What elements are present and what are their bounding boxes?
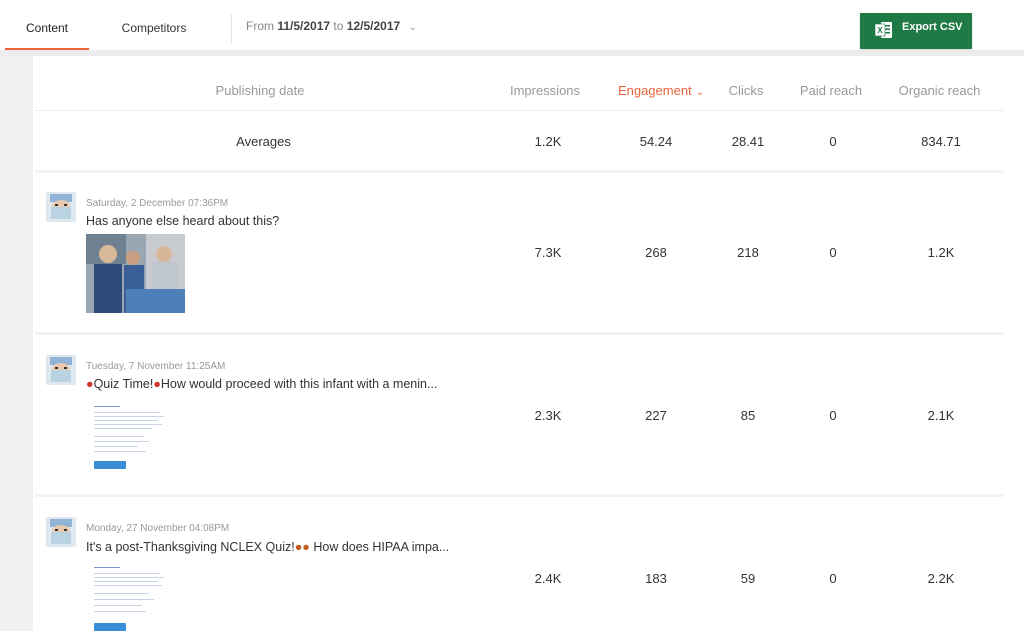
post-impressions: 2.3K bbox=[534, 408, 562, 423]
averages-clicks: 28.41 bbox=[731, 134, 765, 149]
date-range-start: 11/5/2017 bbox=[277, 19, 331, 33]
post-thumbnail[interactable] bbox=[86, 563, 168, 631]
chevron-down-icon: ⌄ bbox=[695, 87, 705, 98]
post-engagement: 268 bbox=[645, 245, 667, 260]
post-organic-reach: 2.2K bbox=[927, 571, 955, 586]
column-header-paid-reach[interactable]: Paid reach bbox=[786, 80, 876, 102]
post-text[interactable]: Has anyone else heard about this? bbox=[86, 214, 279, 228]
post-text-part: Quiz Time! bbox=[93, 377, 154, 391]
averages-organic-reach: 834.71 bbox=[921, 134, 961, 149]
post-text-part: How does HIPAA impa... bbox=[313, 540, 450, 554]
post-paid-reach: 0 bbox=[829, 408, 837, 423]
balloon-icon: ● bbox=[86, 377, 94, 391]
header-divider bbox=[35, 110, 1004, 111]
doc-line bbox=[94, 581, 158, 582]
doc-line bbox=[94, 605, 142, 606]
right-edge bbox=[1004, 56, 1024, 631]
post-text-part: How would proceed with this infant with … bbox=[160, 377, 438, 391]
divider bbox=[231, 14, 232, 44]
column-header-impressions[interactable]: Impressions bbox=[495, 80, 595, 102]
row-divider bbox=[35, 332, 1004, 335]
post-engagement: 227 bbox=[645, 408, 667, 423]
avatar bbox=[46, 355, 76, 385]
doc-line bbox=[94, 424, 162, 425]
avatar bbox=[46, 192, 76, 222]
post-date: Saturday, 2 December 07:36PM bbox=[86, 198, 229, 209]
balloon-icon: ● bbox=[153, 377, 161, 391]
row-divider bbox=[35, 494, 1004, 497]
post-clicks: 218 bbox=[737, 245, 759, 260]
doc-line bbox=[94, 420, 158, 421]
doc-line bbox=[94, 573, 160, 574]
export-csv-label: Export CSV bbox=[902, 21, 963, 33]
doc-line bbox=[94, 577, 164, 578]
post-text-part: It's a post-Thanksgiving NCLEX Quiz! bbox=[86, 540, 295, 554]
doc-line bbox=[94, 441, 149, 442]
tab-content[interactable]: Content bbox=[5, 0, 89, 50]
doc-line bbox=[94, 451, 146, 452]
doc-button bbox=[94, 461, 126, 469]
date-range-prefix: From bbox=[246, 19, 274, 33]
avatar bbox=[46, 517, 76, 547]
column-header-organic-reach[interactable]: Organic reach bbox=[882, 80, 997, 102]
column-header-engagement[interactable]: Engagement ⌄ bbox=[606, 80, 716, 102]
post-organic-reach: 2.1K bbox=[927, 408, 955, 423]
averages-paid-reach: 0 bbox=[829, 134, 837, 149]
averages-impressions: 1.2K bbox=[534, 134, 562, 149]
post-clicks: 85 bbox=[740, 408, 756, 423]
post-thumbnail[interactable] bbox=[86, 400, 168, 472]
column-header-publishing-date[interactable]: Publishing date bbox=[185, 80, 335, 102]
post-paid-reach: 0 bbox=[829, 245, 837, 260]
doc-line bbox=[94, 406, 120, 407]
column-header-clicks[interactable]: Clicks bbox=[716, 80, 776, 102]
chevron-down-icon: ⌄ bbox=[408, 22, 417, 33]
left-gutter bbox=[0, 56, 33, 631]
post-thumbnail[interactable] bbox=[86, 234, 185, 313]
excel-icon: X bbox=[875, 22, 892, 38]
doc-line bbox=[94, 428, 152, 429]
doc-line bbox=[94, 412, 160, 413]
post-date: Monday, 27 November 04:08PM bbox=[86, 523, 230, 534]
post-organic-reach: 1.2K bbox=[927, 245, 955, 260]
doc-line bbox=[94, 611, 146, 612]
doc-line bbox=[94, 436, 144, 437]
row-divider bbox=[35, 170, 1004, 173]
doc-line bbox=[94, 446, 138, 447]
header-shadow bbox=[0, 50, 1024, 56]
post-impressions: 2.4K bbox=[534, 571, 562, 586]
post-clicks: 59 bbox=[740, 571, 756, 586]
post-engagement: 183 bbox=[645, 571, 667, 586]
post-paid-reach: 0 bbox=[829, 571, 837, 586]
averages-engagement: 54.24 bbox=[639, 134, 673, 149]
doc-button bbox=[94, 623, 126, 631]
turkey-icon: ● bbox=[302, 540, 310, 554]
doc-line bbox=[94, 599, 154, 600]
engagement-header-label: Engagement bbox=[617, 83, 692, 98]
post-text[interactable]: It's a post-Thanksgiving NCLEX Quiz!●● H… bbox=[86, 540, 449, 554]
date-range-end: 12/5/2017 bbox=[346, 19, 401, 33]
date-range-mid: to bbox=[333, 19, 344, 33]
svg-text:X: X bbox=[877, 26, 883, 35]
post-impressions: 7.3K bbox=[534, 245, 562, 260]
doc-line bbox=[94, 593, 149, 594]
averages-label: Averages bbox=[236, 134, 291, 149]
tab-competitors[interactable]: Competitors bbox=[98, 0, 210, 50]
post-text[interactable]: ●Quiz Time!●How would proceed with this … bbox=[86, 377, 437, 391]
export-csv-button[interactable]: X Export CSV bbox=[860, 13, 972, 49]
post-date: Tuesday, 7 November 11:25AM bbox=[86, 361, 226, 372]
date-range-picker[interactable]: From 11/5/2017 to 12/5/2017 ⌄ bbox=[246, 19, 417, 33]
doc-line bbox=[94, 567, 120, 568]
doc-line bbox=[94, 585, 162, 586]
doc-line bbox=[94, 416, 164, 417]
top-bar: Content Competitors From 11/5/2017 to 12… bbox=[0, 0, 1024, 52]
